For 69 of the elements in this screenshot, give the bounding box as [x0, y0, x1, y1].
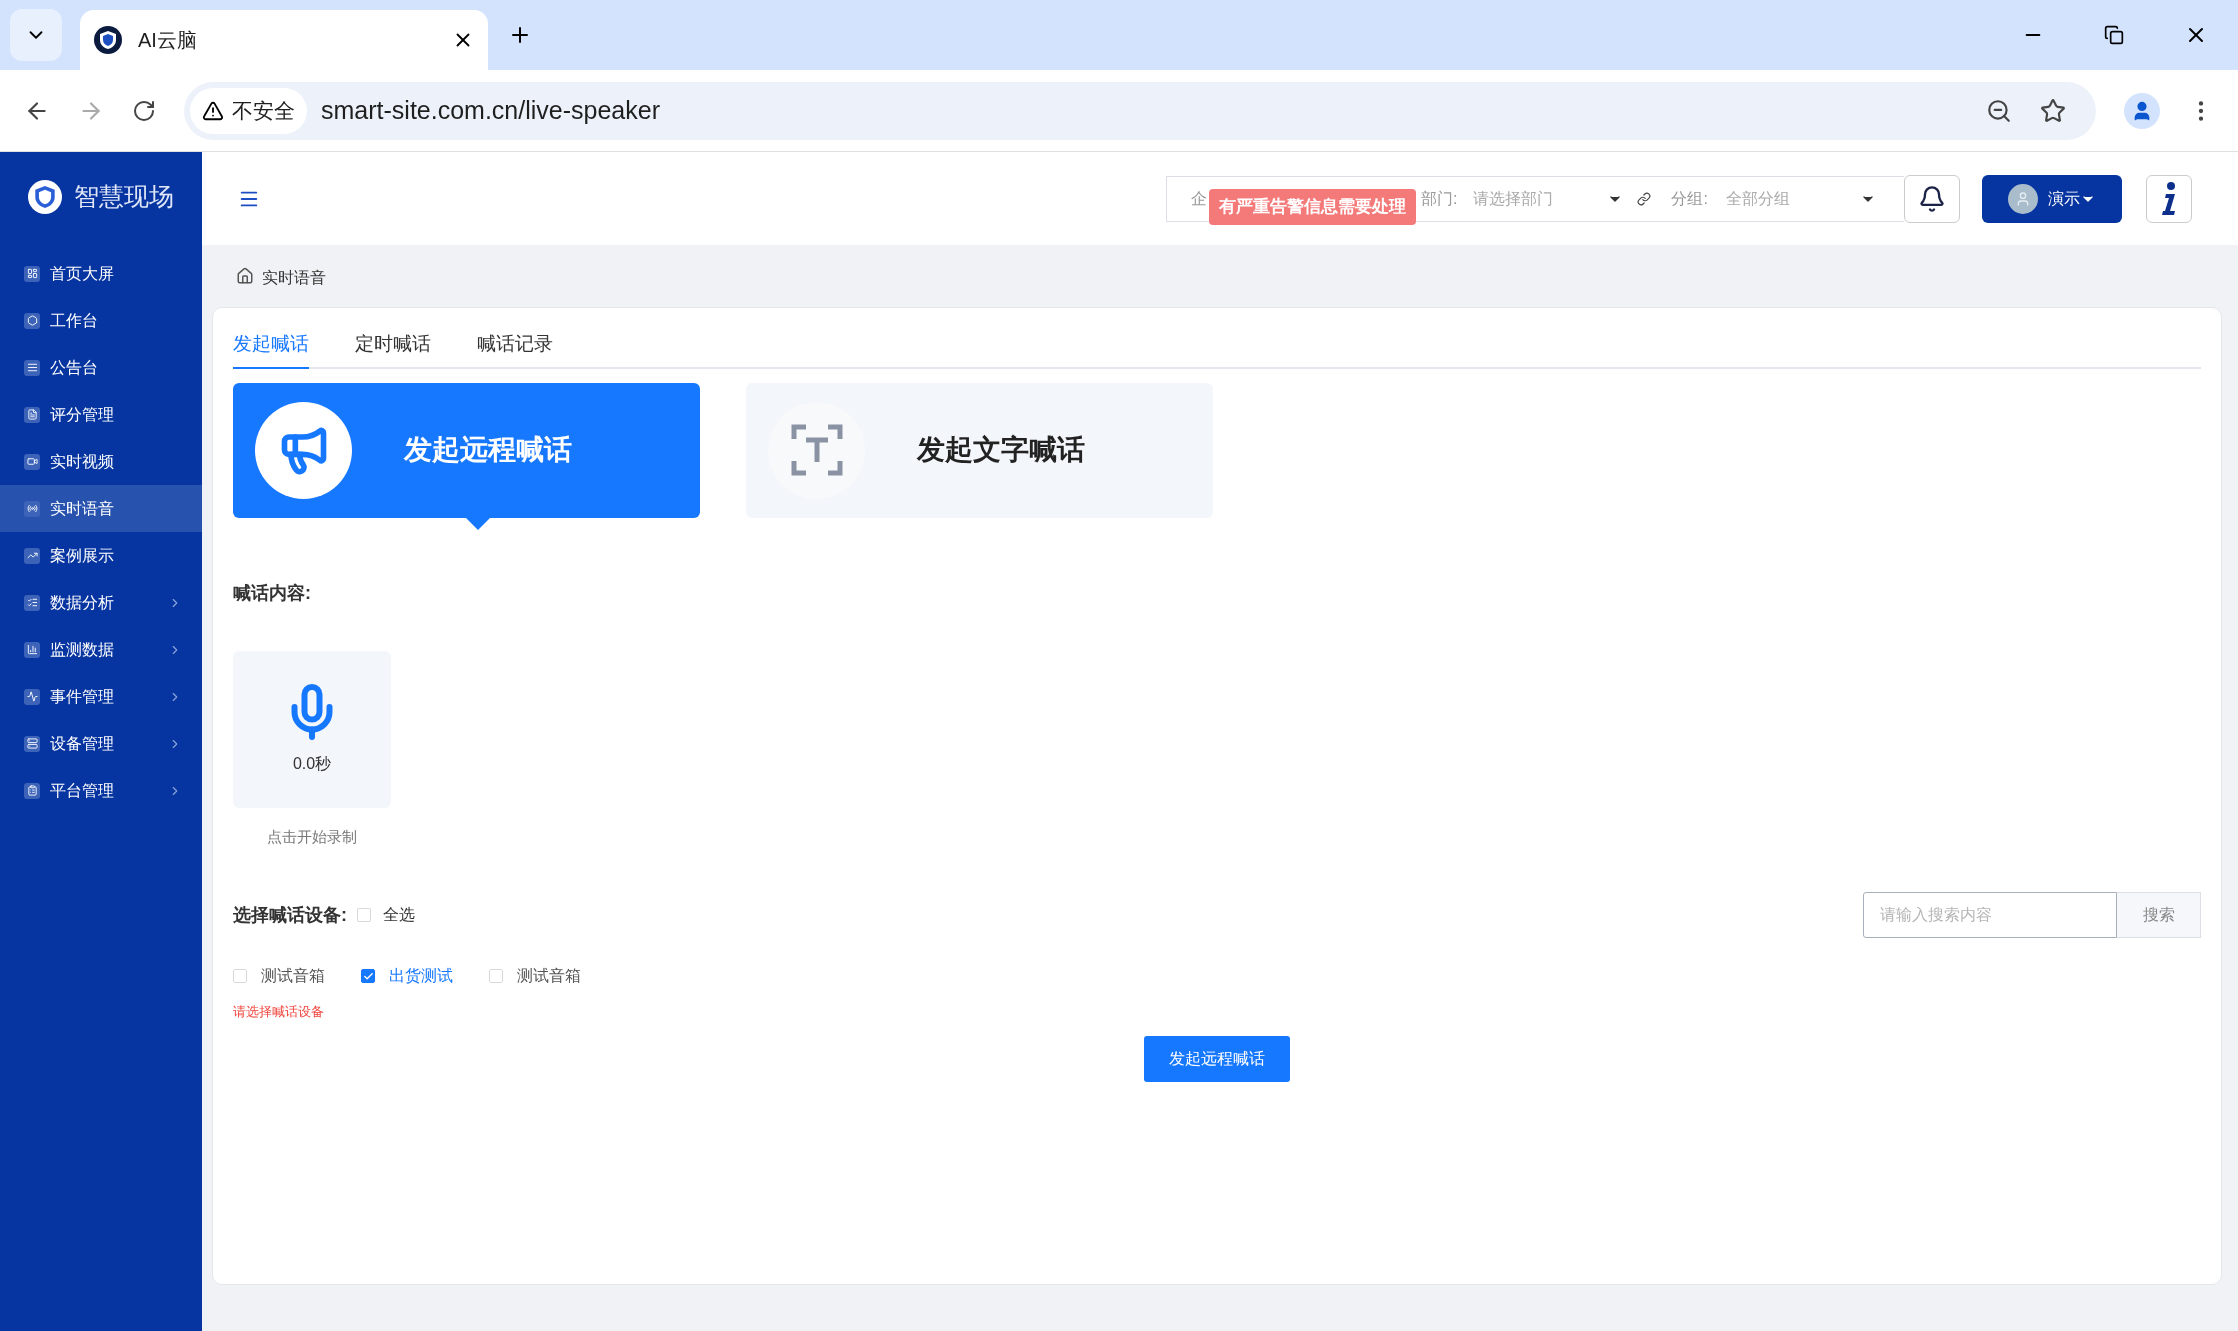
shield-logo-icon — [94, 26, 122, 54]
sidebar-item[interactable]: 案例展示 — [0, 532, 202, 579]
user-name: 演示 — [2048, 188, 2080, 209]
info-icon — [2160, 181, 2178, 216]
submit-button[interactable]: 发起远程喊话 — [1144, 1035, 1290, 1082]
user-avatar — [2008, 183, 2038, 214]
pulse-icon — [24, 688, 40, 705]
security-label: 不安全 — [232, 97, 295, 124]
dashboard-icon — [24, 265, 40, 282]
content-label: 喊话内容: — [233, 581, 312, 605]
bookmark-star-icon[interactable] — [2040, 97, 2066, 124]
bar-chart-icon — [24, 641, 40, 658]
security-chip[interactable]: 不安全 — [190, 87, 307, 134]
company-label: 企 — [1191, 188, 1207, 209]
document-icon — [24, 406, 40, 423]
sidebar-item[interactable]: 监测数据 — [0, 626, 202, 673]
profile-avatar[interactable] — [2124, 92, 2160, 129]
sidebar-item[interactable]: 首页大屏 — [0, 250, 202, 297]
warning-icon — [202, 99, 224, 122]
sidebar-item[interactable]: 公告台 — [0, 344, 202, 391]
home-icon[interactable] — [236, 267, 254, 285]
group-label: 分组: — [1671, 188, 1708, 209]
hexagon-icon — [24, 312, 40, 329]
lines-icon — [24, 359, 40, 376]
tab[interactable]: 发起喊话 — [233, 330, 309, 369]
logo-text: 智慧现场 — [74, 181, 174, 213]
device-label[interactable]: 测试音箱 — [261, 964, 325, 988]
bell-icon — [1918, 184, 1946, 213]
device-label[interactable]: 出货测试 — [389, 964, 453, 988]
mode-card[interactable]: 发起文字喊话 — [746, 382, 1213, 518]
sidebar-item[interactable]: 数据分析 — [0, 579, 202, 626]
sidebar-item[interactable]: 工作台 — [0, 297, 202, 344]
text-scan-icon — [789, 423, 844, 477]
sidebar-item[interactable]: 实时语音 — [0, 485, 202, 532]
sidebar-item[interactable]: 平台管理 — [0, 767, 202, 814]
notification-button[interactable] — [1904, 174, 1960, 223]
video-icon — [24, 453, 40, 470]
department-label: 部门: — [1421, 188, 1458, 209]
tab-title: AI云脑 — [138, 28, 198, 53]
selection-pointer — [466, 517, 490, 530]
shield-logo-icon — [28, 180, 62, 214]
checklist-icon — [24, 594, 40, 611]
browser-tab[interactable]: AI云脑 — [80, 10, 488, 70]
user-menu-button[interactable]: 演示 — [1982, 174, 2122, 223]
clipboard-icon — [24, 782, 40, 799]
error-message: 请选择喊话设备 — [233, 1003, 325, 1021]
sidebar-item[interactable]: 设备管理 — [0, 720, 202, 767]
server-icon — [24, 735, 40, 752]
breadcrumb: 实时语音 — [262, 268, 326, 288]
devices-label: 选择喊话设备: — [233, 903, 347, 927]
select-all-label[interactable]: 全选 — [383, 903, 415, 927]
radio-icon — [24, 500, 40, 517]
tab[interactable]: 喊话记录 — [477, 330, 553, 369]
sidebar-item[interactable]: 事件管理 — [0, 673, 202, 720]
alert-badge: 有严重告警信息需要处理 — [1209, 188, 1416, 225]
restore-icon[interactable] — [2104, 25, 2124, 45]
sidebar-item[interactable]: 实时视频 — [0, 438, 202, 485]
zoom-out-icon[interactable] — [1986, 97, 2012, 124]
checkbox[interactable] — [361, 969, 375, 983]
device-label[interactable]: 测试音箱 — [517, 964, 581, 988]
url-text: smart-site.com.cn/live-speaker — [321, 94, 661, 126]
reload-icon[interactable] — [132, 98, 156, 123]
record-hint: 点击开始录制 — [266, 826, 358, 847]
info-button[interactable] — [2146, 174, 2192, 223]
record-button[interactable]: 0.0秒 — [233, 650, 391, 808]
sidebar-item[interactable]: 评分管理 — [0, 391, 202, 438]
link-icon — [1637, 191, 1652, 206]
tab[interactable]: 定时喊话 — [355, 330, 431, 369]
address-bar[interactable]: 不安全 smart-site.com.cn/live-speaker — [184, 81, 2096, 140]
